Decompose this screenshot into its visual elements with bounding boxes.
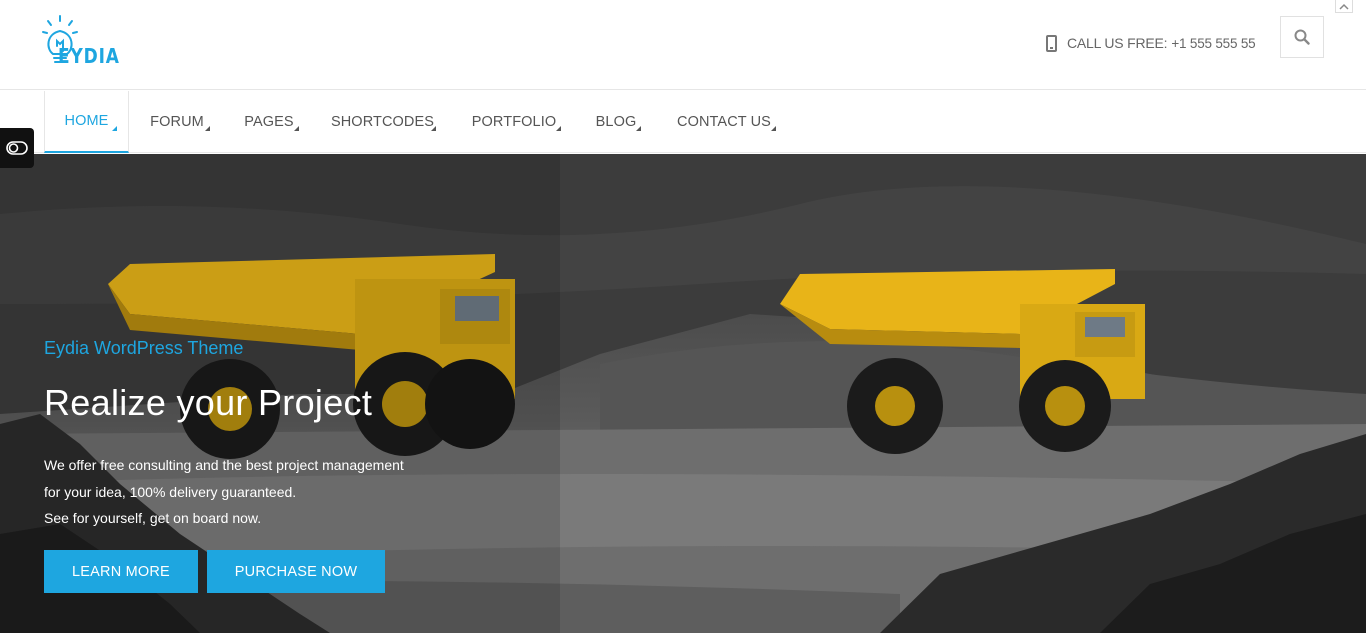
site-header: EYDIA CALL US FREE: +1 555 555 55 [0,0,1366,90]
hero-description-line: for your idea, 100% delivery guaranteed. [44,483,297,500]
nav-item-home[interactable]: HOME [44,91,129,153]
dropdown-arrow-icon [205,126,210,131]
hero-subtitle: Eydia WordPress Theme [44,338,244,358]
main-nav: HOME FORUM PAGES SHORTCODES PORTFOLIO BL… [0,91,1366,153]
nav-item-label: BLOG [595,114,637,130]
nav-item-label: SHORTCODES [330,114,435,130]
hero-slider: Eydia WordPress Theme Realize your Proje… [0,154,1366,633]
nav-item-label: CONTACT US [677,114,771,130]
search-icon [1294,29,1310,45]
logo[interactable]: EYDIA [40,14,140,74]
dropdown-arrow-icon [294,126,299,131]
dropdown-arrow-icon [556,126,561,131]
scroll-top-button[interactable] [1335,0,1353,13]
nav-item-portfolio[interactable]: PORTFOLIO [464,91,564,153]
nav-item-shortcodes[interactable]: SHORTCODES [326,91,439,153]
phone-number: +1 555 555 55 [1171,35,1256,51]
hero-title: Realize your Project [44,382,373,423]
nav-item-label: PORTFOLIO [471,114,557,130]
nav-item-pages[interactable]: PAGES [236,91,302,153]
phone-icon [1046,34,1057,52]
dropdown-arrow-icon [431,126,436,131]
learn-more-button[interactable]: LEARN MORE [44,550,198,593]
nav-item-blog[interactable]: BLOG [588,91,644,153]
logo-text: EYDIA [58,44,120,68]
hero-description: We offer free consulting and the best pr… [44,452,404,532]
purchase-now-button[interactable]: PURCHASE NOW [207,550,385,593]
hero-description-line: We offer free consulting and the best pr… [44,457,404,473]
dropdown-arrow-icon [636,126,641,131]
nav-item-contact-us[interactable]: CONTACT US [670,91,778,153]
hero-description-line: See for yourself, get on board now. [44,510,262,526]
nav-item-label: PAGES [244,114,294,130]
dropdown-arrow-icon [112,126,117,131]
nav-item-label: HOME [64,113,109,129]
style-switcher-toggle[interactable] [0,128,34,168]
phone-label: CALL US FREE: [1067,35,1168,51]
chevron-up-icon [1339,3,1349,10]
search-button[interactable] [1280,16,1324,58]
dropdown-arrow-icon [771,126,776,131]
toggle-icon [6,141,28,155]
phone-contact: CALL US FREE: +1 555 555 55 [1046,33,1256,53]
nav-item-forum[interactable]: FORUM [140,91,214,153]
nav-item-label: FORUM [150,114,204,130]
